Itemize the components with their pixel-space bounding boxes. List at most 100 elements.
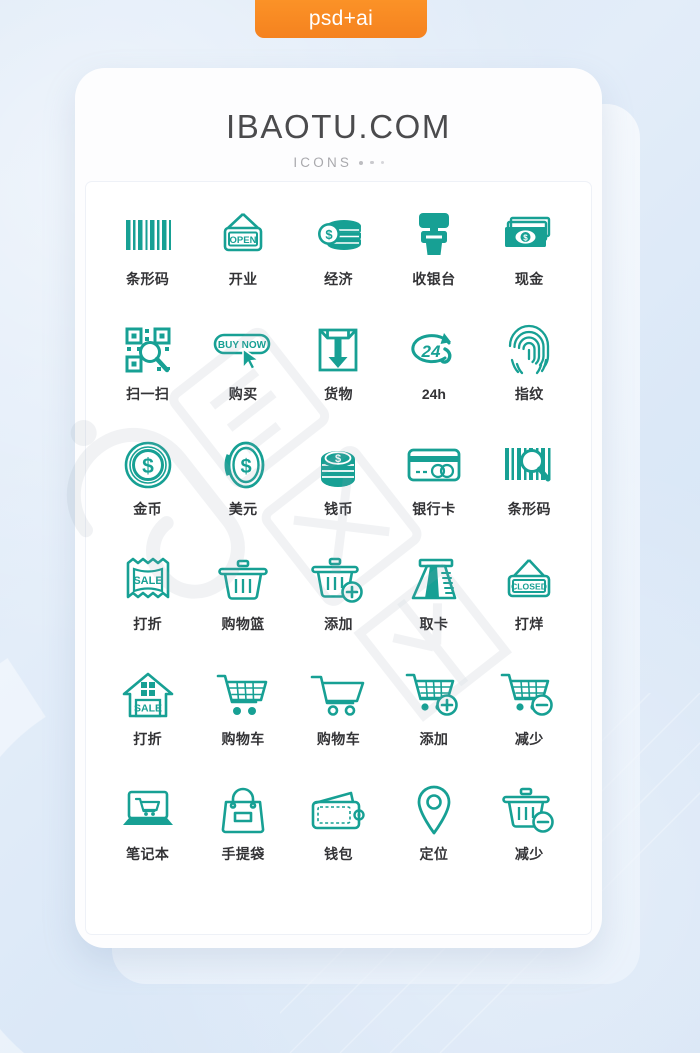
icon-cell-24-hour-service[interactable]: 24 24h bbox=[386, 319, 481, 434]
icon-label: 购买 bbox=[228, 386, 258, 402]
icon-cell-dollar-coin[interactable]: $ 美元 bbox=[195, 434, 290, 549]
dollar-text: $ bbox=[524, 234, 529, 243]
icon-cell-cash-banknotes[interactable]: $ 现金 bbox=[482, 204, 577, 319]
icon-cell-open-sign[interactable]: OPEN 开业 bbox=[195, 204, 290, 319]
icon-label: 添加 bbox=[419, 731, 449, 747]
icon-label: 收银台 bbox=[412, 271, 456, 287]
dollar-coin-icon: $ bbox=[219, 434, 267, 496]
dollar-text: $ bbox=[326, 227, 334, 242]
icon-cell-handbag[interactable]: 手提袋 bbox=[195, 779, 290, 894]
dollar-text: $ bbox=[335, 453, 341, 465]
buy-now-button-icon: BUY NOW bbox=[212, 319, 274, 381]
icon-cell-shopping-cart[interactable]: 购物车 bbox=[291, 664, 386, 779]
wallet-icon bbox=[309, 779, 367, 841]
icon-cell-barcode-scan[interactable]: 条形码 bbox=[482, 434, 577, 549]
dot-icon-3 bbox=[380, 161, 384, 164]
icon-cell-wallet[interactable]: 钱包 bbox=[291, 779, 386, 894]
icon-cell-closed-sign[interactable]: CLOSED 打烊 bbox=[482, 549, 577, 664]
icon-cell-pos-terminal[interactable]: 收银台 bbox=[386, 204, 481, 319]
icon-label: 经济 bbox=[324, 271, 353, 287]
icon-set-card: IBAOTU.COM ICONS 条形码 OPEN 开业 $ 经济 收银台 $ … bbox=[75, 68, 602, 948]
page-title: IBAOTU.COM bbox=[225, 108, 451, 145]
icon-label: 打烊 bbox=[514, 616, 544, 632]
icon-cell-laptop-shopping[interactable]: 笔记本 bbox=[100, 779, 195, 894]
dot-icon-2 bbox=[370, 160, 374, 165]
location-pin-icon bbox=[415, 779, 453, 841]
icon-cell-sale-house[interactable]: SALE 打折 bbox=[100, 664, 195, 779]
icon-cell-fingerprint[interactable]: 指纹 bbox=[482, 319, 577, 434]
icon-cell-location-pin[interactable]: 定位 bbox=[386, 779, 481, 894]
dollar-text: $ bbox=[241, 456, 252, 478]
bank-card-icon bbox=[405, 434, 463, 496]
dot-icon-1 bbox=[359, 160, 364, 165]
barcode-icon bbox=[122, 204, 174, 266]
icon-cell-card-dispenser[interactable]: 取卡 bbox=[386, 549, 481, 664]
icon-label: 现金 bbox=[514, 271, 544, 287]
icon-label: 减少 bbox=[514, 846, 544, 862]
sale-text: SALE bbox=[134, 703, 162, 715]
icon-cell-barcode[interactable]: 条形码 bbox=[100, 204, 195, 319]
icon-cell-qr-scan[interactable]: 扫一扫 bbox=[100, 319, 195, 434]
sale-badge-icon: SALE bbox=[122, 549, 174, 611]
icon-label: 24h bbox=[421, 386, 446, 402]
subtitle-label: ICONS bbox=[293, 155, 353, 170]
card-dispenser-icon bbox=[406, 549, 462, 611]
icon-label: 减少 bbox=[514, 731, 544, 747]
icon-cell-coins-stack[interactable]: $ 经济 bbox=[291, 204, 386, 319]
twentyfour-text: 24 bbox=[420, 342, 440, 361]
icon-label: 开业 bbox=[228, 271, 258, 287]
icon-cell-coin-pile[interactable]: $ 钱币 bbox=[291, 434, 386, 549]
icon-cell-basket-remove[interactable]: 减少 bbox=[482, 779, 577, 894]
badge-label: psd+ai bbox=[308, 7, 374, 30]
icon-label: 购物篮 bbox=[221, 616, 265, 632]
icon-label: 打折 bbox=[133, 731, 163, 747]
package-box-icon bbox=[314, 319, 362, 381]
icon-label: 购物车 bbox=[316, 731, 361, 747]
icon-cell-cart-add[interactable]: 添加 bbox=[386, 664, 481, 779]
basket-remove-icon bbox=[501, 779, 557, 841]
card-header: IBAOTU.COM ICONS bbox=[75, 68, 602, 170]
open-sign-icon: OPEN bbox=[215, 204, 271, 266]
handbag-icon bbox=[218, 779, 268, 841]
icon-label: 钱币 bbox=[324, 501, 353, 517]
psd-ai-badge: psd+ai bbox=[255, 0, 427, 38]
closed-sign-icon: CLOSED bbox=[500, 549, 558, 611]
fingerprint-icon bbox=[507, 319, 551, 381]
cash-banknotes-icon: $ bbox=[501, 204, 557, 266]
icon-cell-sale-badge[interactable]: SALE 打折 bbox=[100, 549, 195, 664]
icon-cell-cart-remove[interactable]: 减少 bbox=[482, 664, 577, 779]
qr-scan-icon bbox=[123, 319, 173, 381]
icon-cell-package-box[interactable]: 货物 bbox=[291, 319, 386, 434]
shopping-basket-icon bbox=[216, 549, 270, 611]
subtitle-row: ICONS bbox=[75, 155, 602, 170]
shopping-cart-grid-icon bbox=[215, 664, 271, 726]
icon-label: 货物 bbox=[324, 386, 353, 402]
icon-label: 美元 bbox=[228, 501, 258, 517]
icon-grid: 条形码 OPEN 开业 $ 经济 收银台 $ 现金 扫一扫 BUY NOW 购买… bbox=[86, 182, 591, 934]
icon-label: 条形码 bbox=[507, 501, 551, 517]
icon-label: 金币 bbox=[133, 501, 163, 517]
icon-label: 银行卡 bbox=[412, 501, 456, 517]
coins-stack-icon: $ bbox=[312, 204, 364, 266]
icon-cell-buy-now-button[interactable]: BUY NOW 购买 bbox=[195, 319, 290, 434]
basket-add-icon bbox=[310, 549, 366, 611]
icon-label: 添加 bbox=[324, 616, 353, 632]
icon-label: 指纹 bbox=[514, 386, 544, 402]
icon-label: 打折 bbox=[133, 616, 163, 632]
icon-cell-shopping-cart-grid[interactable]: 购物车 bbox=[195, 664, 290, 779]
icon-label: 笔记本 bbox=[126, 846, 170, 862]
pos-terminal-icon bbox=[410, 204, 458, 266]
cart-remove-icon bbox=[500, 664, 558, 726]
laptop-shopping-icon bbox=[119, 779, 177, 841]
icon-cell-gold-coin[interactable]: $ 金币 bbox=[100, 434, 195, 549]
sale-house-icon: SALE bbox=[121, 664, 175, 726]
coin-pile-icon: $ bbox=[312, 434, 364, 496]
24-hour-service-icon: 24 bbox=[405, 319, 463, 381]
icon-label: 扫一扫 bbox=[126, 386, 170, 402]
icon-cell-basket-add[interactable]: 添加 bbox=[291, 549, 386, 664]
open-text: OPEN bbox=[230, 235, 257, 246]
icon-label: 钱包 bbox=[324, 846, 353, 862]
icon-panel: 条形码 OPEN 开业 $ 经济 收银台 $ 现金 扫一扫 BUY NOW 购买… bbox=[86, 182, 591, 934]
icon-cell-shopping-basket[interactable]: 购物篮 bbox=[195, 549, 290, 664]
icon-cell-bank-card[interactable]: 银行卡 bbox=[386, 434, 481, 549]
